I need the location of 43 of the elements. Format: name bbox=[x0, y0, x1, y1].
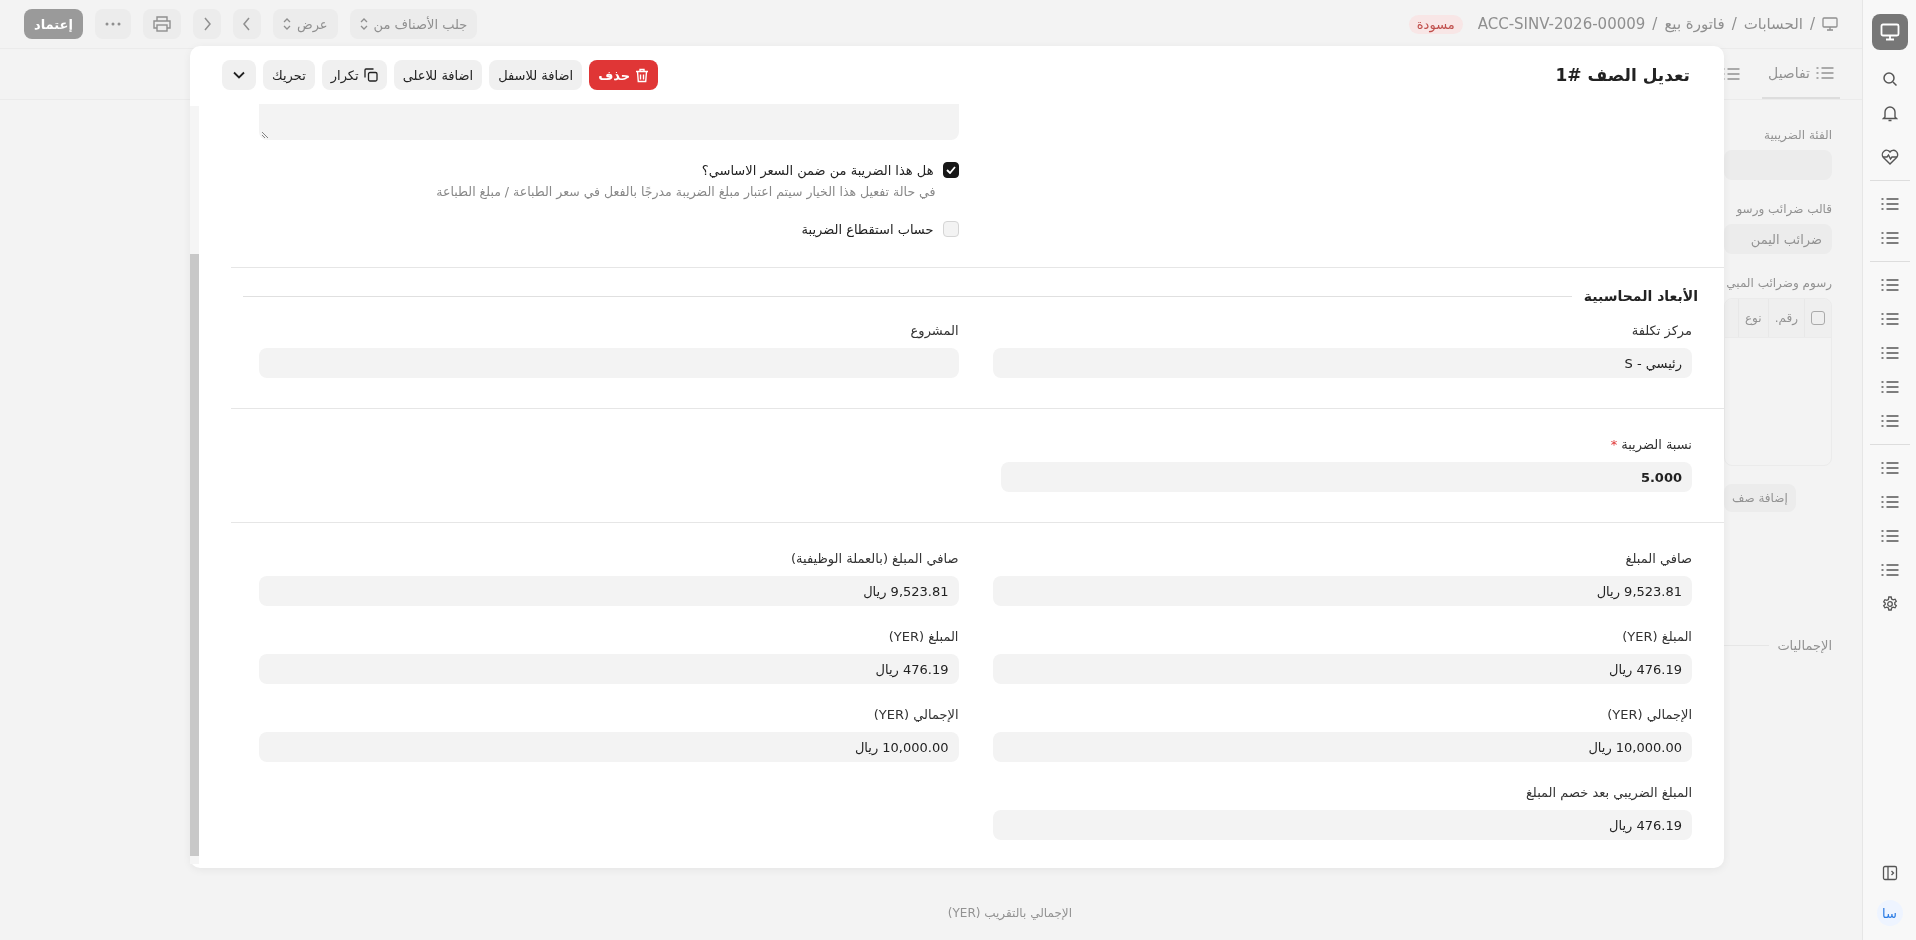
insert-above-button[interactable]: اضافة للاعلى bbox=[393, 60, 483, 90]
input-field[interactable]: 10,000.00 ريال bbox=[992, 732, 1692, 762]
field-label: الإجمالي بالتقريب (YER) bbox=[947, 906, 1072, 920]
required-mark: * bbox=[1610, 437, 1618, 452]
section-heading: الأبعاد المحاسبية bbox=[1583, 288, 1698, 304]
input-field[interactable]: رئيسي - S bbox=[992, 348, 1692, 378]
field-label: الفئة الضريبية bbox=[1763, 128, 1832, 142]
user-avatar[interactable]: سا bbox=[1876, 900, 1903, 926]
move-button[interactable]: تحريك bbox=[263, 60, 315, 90]
field-label: قالب ضرائب ورسو bbox=[1735, 202, 1832, 216]
field-label: صافي المبلغ bbox=[1625, 551, 1692, 566]
input-field[interactable]: 476.19 ريال bbox=[992, 654, 1692, 684]
insert-below-button[interactable]: اضافة للاسفل bbox=[489, 60, 583, 90]
field-label: صافي المبلغ (بالعملة الوظيفية) bbox=[791, 551, 959, 566]
help-text: في حالة تفعيل هذا الخيار سيتم اعتبار مبلغ الضريبة مدرجًا بالفعل في سعر الطباعة / مبلغ الطباعة bbox=[435, 184, 936, 199]
breadcrumb-separator: / bbox=[1652, 15, 1658, 33]
checkbox-label[interactable]: هل هذا الضريبة من ضمن السعر الاساسي؟ bbox=[701, 162, 934, 178]
breadcrumb-separator: / bbox=[1809, 15, 1815, 33]
column-header: نوع bbox=[1737, 299, 1768, 337]
document-title: ACC-SINV-2026-00009 bbox=[1477, 15, 1646, 33]
input-field[interactable]: 10,000.00 ريال bbox=[259, 732, 959, 762]
input-field[interactable]: 9,523.81 ريال bbox=[992, 576, 1692, 606]
field-label: المبلغ (YER) bbox=[1622, 629, 1692, 644]
field-label: نسبة الضريبة bbox=[1621, 437, 1692, 452]
field-label: المبلغ الضريبي بعد خصم المبلغ bbox=[1525, 785, 1692, 800]
input-field[interactable]: 5.000 bbox=[1000, 462, 1692, 492]
checkbox-label[interactable]: حساب استقطاع الضريبة bbox=[801, 221, 934, 237]
dialog-title: تعديل الصف #1 bbox=[1555, 65, 1690, 85]
input-field[interactable]: 476.19 ريال bbox=[259, 654, 959, 684]
table-title: رسوم وضرائب المبي bbox=[1725, 276, 1832, 290]
section-heading: الإجماليات bbox=[1777, 638, 1832, 653]
field-label: مركز تكلفة bbox=[1631, 323, 1692, 338]
input-field[interactable]: 476.19 ريال bbox=[992, 810, 1692, 840]
duplicate-button[interactable]: تكرار bbox=[321, 60, 387, 90]
status-badge: مسودة bbox=[1408, 14, 1463, 34]
breadcrumb-separator: / bbox=[1731, 15, 1737, 33]
field-label: المبلغ (YER) bbox=[888, 629, 959, 644]
input-field[interactable]: 9,523.81 ريال bbox=[259, 576, 959, 606]
field-label: المشروع bbox=[910, 323, 959, 338]
column-header: رقم. bbox=[1767, 299, 1804, 337]
field-label: الإجمالي (YER) bbox=[1607, 707, 1692, 722]
delete-button[interactable]: حذف bbox=[589, 60, 659, 90]
field-label: الإجمالي (YER) bbox=[873, 707, 959, 722]
